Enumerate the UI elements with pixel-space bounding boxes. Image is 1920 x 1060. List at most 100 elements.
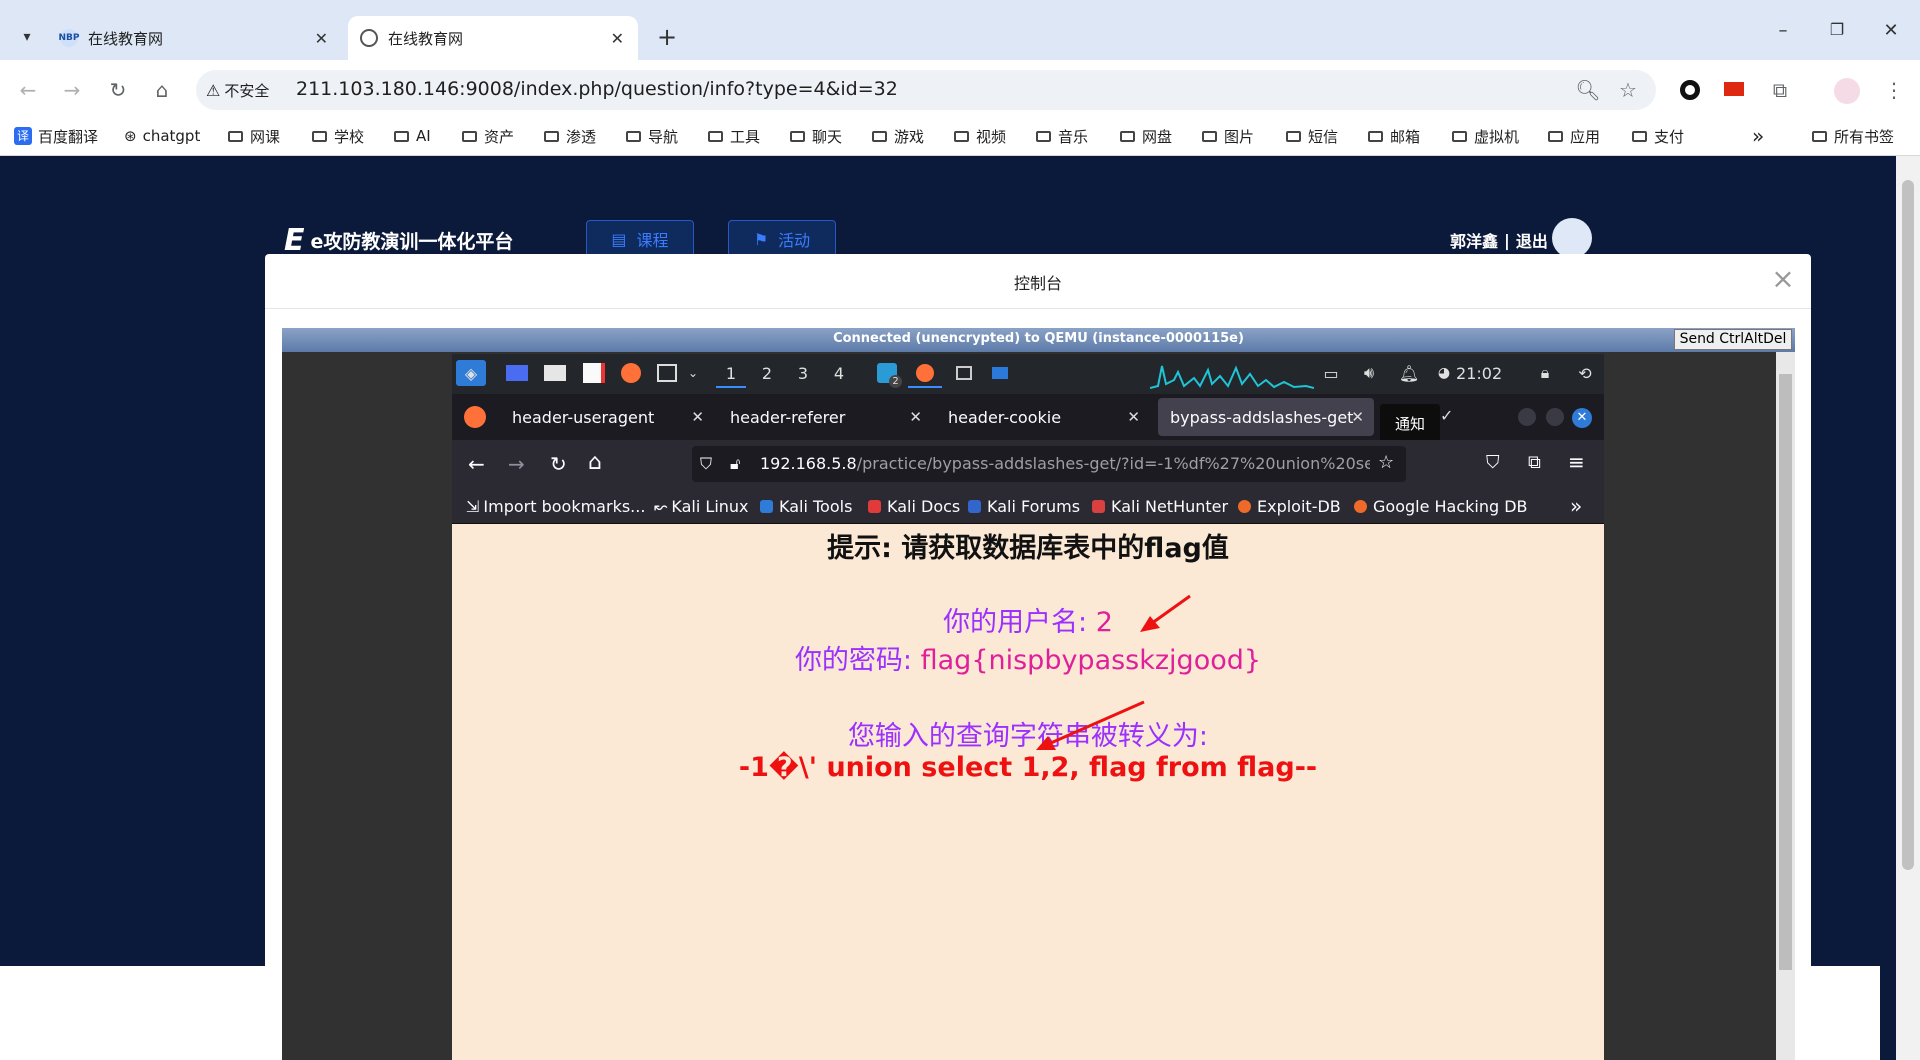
user-name[interactable]: 郭洋鑫 <box>1450 228 1498 252</box>
bookmark-folder[interactable]: 网盘 <box>1120 124 1172 148</box>
firefox-tab-3[interactable]: header-cookie ✕ <box>936 398 1150 436</box>
bookmark-folder[interactable]: 应用 <box>1548 124 1600 148</box>
bookmark-folder[interactable]: AI <box>394 124 431 148</box>
bookmark-folder[interactable]: 视频 <box>954 124 1006 148</box>
ff-bookmark-item[interactable]: Google Hacking DB <box>1354 495 1528 517</box>
user-avatar[interactable] <box>1552 218 1592 258</box>
pocket-icon[interactable]: ⛉ <box>1486 452 1500 473</box>
nav-activities-button[interactable]: ⚑ 活动 <box>728 220 836 258</box>
extension-record-icon[interactable] <box>1680 80 1700 100</box>
kali-menu-icon[interactable]: ◈ <box>456 360 486 386</box>
logout-icon[interactable]: ⟲ <box>1572 360 1598 386</box>
window-close-icon[interactable]: ✕ <box>1876 20 1906 50</box>
bookmark-folder[interactable]: 资产 <box>462 124 514 148</box>
terminal-icon[interactable] <box>654 360 680 386</box>
window-maximize-dot[interactable] <box>1546 408 1564 426</box>
bookmark-folder[interactable]: 图片 <box>1202 124 1254 148</box>
ff-bookmark-item[interactable]: Kali Docs <box>868 495 960 517</box>
firefox-view-icon[interactable] <box>464 406 486 428</box>
window-minimize-dot[interactable] <box>1518 408 1536 426</box>
ff-back-icon[interactable]: ← <box>468 452 485 476</box>
send-ctrl-alt-del-button[interactable]: Send CtrlAltDel <box>1674 329 1792 350</box>
task-firefox-icon[interactable] <box>908 360 942 388</box>
clock[interactable]: ◕ 21:02 <box>1436 360 1504 386</box>
task-app-icon[interactable] <box>986 360 1014 386</box>
close-tab-icon[interactable]: ✕ <box>1127 408 1140 426</box>
bookmark-folder[interactable]: 学校 <box>312 124 364 148</box>
back-icon[interactable]: ← <box>14 76 42 104</box>
lock-icon[interactable]: 🔒︎ <box>1532 360 1558 386</box>
reload-icon[interactable]: ↻ <box>104 76 132 104</box>
site-logo[interactable]: E e攻防教演训一体化平台 <box>284 223 513 258</box>
ff-reload-icon[interactable]: ↻ <box>550 452 567 476</box>
close-tab-icon[interactable]: ✕ <box>909 408 922 426</box>
ff-home-icon[interactable]: ⌂ <box>588 450 602 475</box>
browser-tab-1[interactable]: NBP 在线教育网 ✕ <box>48 16 342 60</box>
logout-link[interactable]: 退出 <box>1516 228 1548 252</box>
browser-tab-2-active[interactable]: 在线教育网 ✕ <box>348 16 638 60</box>
ff-bookmark-item[interactable]: ↜ Kali Linux <box>654 495 749 517</box>
ff-bookmark-item[interactable]: Kali Forums <box>968 495 1080 517</box>
bookmark-folder[interactable]: 工具 <box>708 124 760 148</box>
lock-warning-icon[interactable]: 🔓︎ <box>730 454 740 474</box>
workspace-4[interactable]: 4 <box>824 360 854 386</box>
task-terminal-icon[interactable] <box>950 360 978 386</box>
ff-menu-icon[interactable]: ≡ <box>1568 450 1585 474</box>
ff-bookmark-item[interactable]: Kali Tools <box>760 495 852 517</box>
bookmark-item[interactable]: ⊛ chatgpt <box>124 124 200 148</box>
volume-icon[interactable]: 🔊︎ <box>1356 360 1382 386</box>
bookmark-star-icon[interactable]: ☆ <box>1614 76 1642 104</box>
tab-list-button[interactable]: ▾ <box>14 24 40 50</box>
file-manager-icon[interactable] <box>542 360 568 386</box>
workspace-3[interactable]: 3 <box>788 360 818 386</box>
all-bookmarks-folder[interactable]: 所有书签 <box>1812 124 1894 148</box>
ff-bookmark-star-icon[interactable]: ☆ <box>1378 452 1394 473</box>
ff-url-text[interactable]: 192.168.5.8/practice/bypass-addslashes-g… <box>760 454 1370 473</box>
minimize-icon[interactable]: – <box>1768 20 1798 50</box>
desktop-icon[interactable] <box>504 360 530 386</box>
shield-icon[interactable]: ⛉ <box>700 454 712 474</box>
bookmark-folder[interactable]: 游戏 <box>872 124 924 148</box>
chevron-down-icon[interactable]: ⌄ <box>686 360 700 386</box>
zoom-icon[interactable]: 🔍︎ <box>1574 76 1602 104</box>
bookmark-folder[interactable]: 网课 <box>228 124 280 148</box>
firefox-launcher-icon[interactable] <box>618 360 644 386</box>
china-flag-icon[interactable] <box>1724 82 1744 96</box>
close-tab-icon[interactable]: ✕ <box>611 29 624 48</box>
close-tab-icon[interactable]: ✕ <box>315 29 328 48</box>
notification-bell-icon[interactable]: 🔔︎ <box>1396 360 1422 386</box>
new-tab-button[interactable]: + <box>652 22 682 52</box>
ff-forward-icon[interactable]: → <box>508 452 525 476</box>
vnc-scrollbar-thumb[interactable] <box>1779 374 1792 970</box>
home-icon[interactable]: ⌂ <box>148 76 176 104</box>
close-tab-icon[interactable]: ✕ <box>691 408 704 426</box>
ff-bookmarks-overflow-icon[interactable]: » <box>1570 494 1582 518</box>
bookmark-folder[interactable]: 渗透 <box>544 124 596 148</box>
bookmarks-overflow-icon[interactable]: » <box>1752 124 1764 148</box>
forward-icon[interactable]: → <box>58 76 86 104</box>
bookmark-folder[interactable]: 导航 <box>626 124 678 148</box>
nav-courses-button[interactable]: ▤ 课程 <box>586 220 694 258</box>
firefox-tab-4-active[interactable]: bypass-addslashes-get ✕ <box>1158 398 1374 436</box>
text-editor-icon[interactable] <box>582 360 606 386</box>
workspace-1[interactable]: 1 <box>716 360 746 388</box>
firefox-tab-2[interactable]: header-referer ✕ <box>718 398 932 436</box>
url-text[interactable]: 211.103.180.146:9008/index.php/question/… <box>296 78 898 100</box>
firefox-tab-1[interactable]: header-useragent ✕ <box>500 398 714 436</box>
menu-kebab-icon[interactable]: ⋮ <box>1880 76 1908 104</box>
display-icon[interactable]: ▭ <box>1318 360 1344 386</box>
task-burp-icon[interactable]: 2 <box>872 360 902 388</box>
ff-extensions-icon[interactable]: ⧉ <box>1528 452 1541 473</box>
page-scrollbar-thumb[interactable] <box>1902 180 1914 870</box>
profile-avatar[interactable] <box>1834 78 1860 104</box>
ff-bookmark-item[interactable]: Exploit-DB <box>1238 495 1341 517</box>
workspace-2[interactable]: 2 <box>752 360 782 386</box>
bookmark-folder[interactable]: 虚拟机 <box>1452 124 1519 148</box>
extensions-puzzle-icon[interactable]: ⧉ <box>1766 76 1794 104</box>
ff-bookmark-item[interactable]: Kali NetHunter <box>1092 495 1228 517</box>
restore-icon[interactable]: ❐ <box>1822 20 1852 50</box>
modal-close-icon[interactable]: × <box>1770 262 1796 295</box>
bookmark-folder[interactable]: 邮箱 <box>1368 124 1420 148</box>
bookmark-folder[interactable]: 支付 <box>1632 124 1684 148</box>
close-tab-icon[interactable]: ✕ <box>1351 408 1364 426</box>
